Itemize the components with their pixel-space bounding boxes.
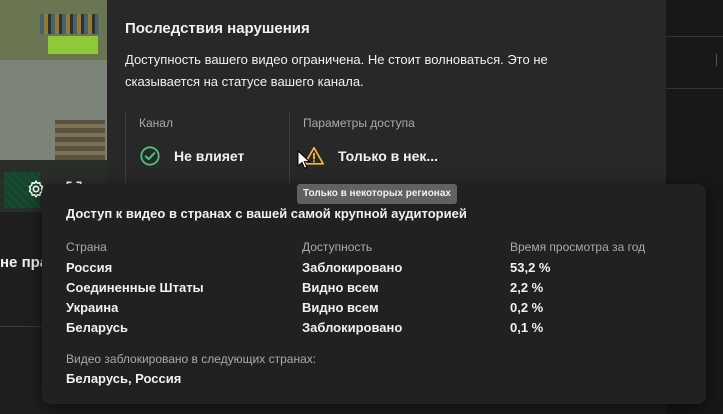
audience-table: Страна Доступность Время просмотра за го…: [66, 240, 686, 340]
watch-time-cell: 2,2 %: [510, 280, 544, 295]
availability-cell: Заблокировано: [302, 320, 403, 335]
table-row: Соединенные Штаты Видно всем 2,2 %: [66, 280, 686, 300]
availability-cell: Видно всем: [302, 300, 379, 315]
country-cell: Соединенные Штаты: [66, 280, 204, 295]
dialog-title: Последствия нарушения: [125, 20, 310, 37]
watch-time-cell: 0,2 %: [510, 300, 544, 315]
table-row: Беларусь Заблокировано 0,1 %: [66, 320, 686, 340]
column-header-watch-time: Время просмотра за год: [510, 240, 646, 254]
column-header-country: Страна: [66, 240, 107, 254]
access-tooltip: Только в некоторых регионах: [297, 184, 457, 204]
channel-label: Канал: [139, 116, 173, 130]
country-cell: Беларусь: [66, 320, 128, 335]
access-settings[interactable]: Параметры доступа Только в нек...: [289, 112, 489, 190]
watch-time-cell: 0,1 %: [510, 320, 544, 335]
access-value[interactable]: Только в нек...: [338, 148, 438, 164]
availability-cell: Видно всем: [302, 280, 379, 295]
blocked-countries-value: Беларусь, Россия: [66, 371, 182, 386]
channel-value: Не влияет: [174, 148, 245, 164]
mouse-cursor-icon: [297, 150, 311, 169]
access-label: Параметры доступа: [303, 116, 415, 130]
audience-access-card: Доступ к видео в странах с вашей самой к…: [42, 184, 706, 404]
country-cell: Россия: [66, 260, 113, 275]
divider: [0, 326, 42, 327]
check-circle-icon: [140, 146, 160, 166]
violation-consequences-dialog: Последствия нарушения Доступность вашего…: [107, 0, 666, 190]
country-cell: Украина: [66, 300, 119, 315]
table-row: Украина Видно всем 0,2 %: [66, 300, 686, 320]
channel-status: Канал Не влияет: [125, 112, 275, 190]
card-heading: Доступ к видео в странах с вашей самой к…: [66, 206, 467, 221]
table-header: Страна Доступность Время просмотра за го…: [66, 240, 686, 260]
screen: не прав Последствия нарушения Доступност…: [0, 0, 723, 414]
watch-time-cell: 53,2 %: [510, 260, 551, 275]
blocked-countries-label: Видео заблокировано в следующих странах:: [66, 352, 317, 366]
dialog-description: Доступность вашего видео ограничена. Не …: [125, 52, 548, 89]
column-header-availability: Доступность: [302, 240, 373, 254]
availability-cell: Заблокировано: [302, 260, 403, 275]
table-row: Россия Заблокировано 53,2 %: [66, 260, 686, 280]
